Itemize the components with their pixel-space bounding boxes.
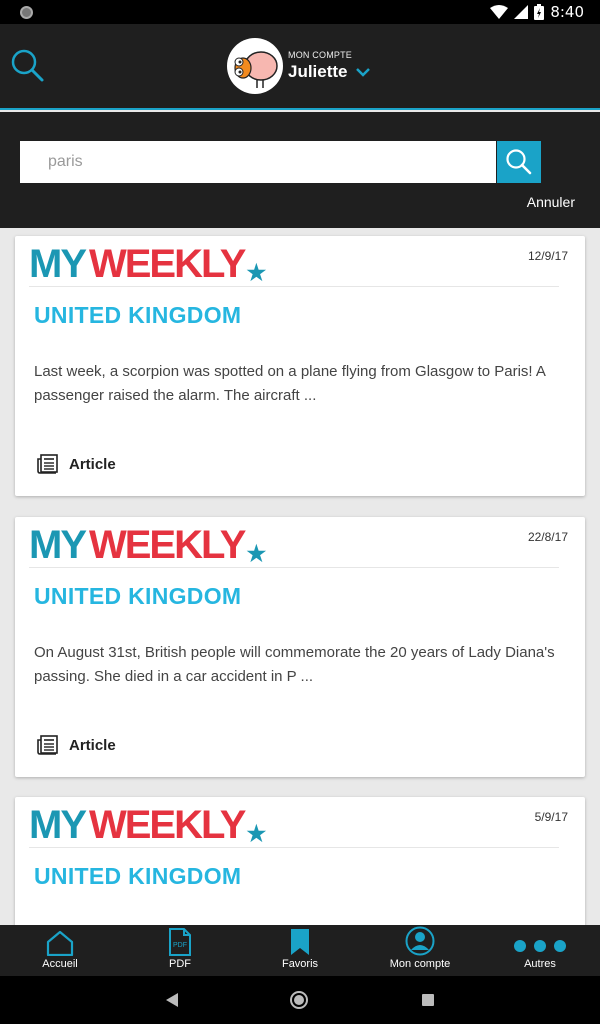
card-category: UNITED KINGDOM [34,302,242,328]
system-nav-bar [0,976,600,1024]
search-icon[interactable] [8,46,48,86]
battery-icon [534,4,545,20]
card-date: 12/9/17 [527,249,568,263]
account-caption: MON COMPTE [288,50,352,60]
result-card[interactable]: MY WEEKLY ★ 5/9/17 UNITED KINGDOM [15,797,585,925]
card-excerpt: Last week, a scorpion was spotted on a p… [34,363,546,404]
divider [29,567,559,568]
back-icon[interactable] [165,993,179,1007]
card-date: 5/9/17 [534,810,568,824]
nav-label: Accueil [42,958,78,970]
newspaper-icon [37,735,58,755]
nav-item-mon-compte[interactable]: Mon compte [360,925,480,976]
bookmark-icon [291,929,309,955]
status-bar: 8:40 [0,0,600,24]
home-icon [46,930,74,956]
star-icon: ★ [246,821,267,846]
divider [29,847,559,848]
nav-item-accueil[interactable]: Accueil [0,925,120,976]
clock: 8:40 [550,3,584,21]
bottom-nav: Accueil PDF PDF Favoris Mon compte Autre… [0,925,600,976]
card-category: UNITED KINGDOM [34,583,242,609]
cancel-button[interactable]: Annuler [527,194,575,210]
wifi-icon [490,5,509,19]
pdf-icon: PDF [169,928,191,956]
star-icon: ★ [246,260,267,285]
search-icon [506,149,532,175]
nav-label: Favoris [281,958,319,970]
newspaper-icon [37,454,58,474]
more-icon [514,940,566,952]
card-date: 22/8/17 [527,530,568,544]
result-card[interactable]: MY WEEKLY ★ 22/8/17 UNITED KINGDOM On Au… [15,517,585,777]
account-icon [405,926,435,956]
recent-apps-icon[interactable] [422,994,434,1006]
brand-logo: MY WEEKLY ★ [29,803,267,847]
result-card[interactable]: MY WEEKLY ★ 12/9/17 UNITED KINGDOM Last … [15,236,585,496]
nav-item-autres[interactable]: Autres [480,925,600,976]
card-category: UNITED KINGDOM [34,863,242,889]
card-type-label: Article [69,455,116,473]
nav-item-favoris[interactable]: Favoris [240,925,360,976]
card-type: Article [37,454,116,474]
pdf-icon-text: PDF [173,942,187,949]
results-list: MY WEEKLY ★ 12/9/17 UNITED KINGDOM Last … [0,228,600,925]
account-name: Juliette [288,62,348,81]
search-panel: Annuler [0,112,600,228]
nav-label: PDF [169,958,191,970]
nav-item-pdf[interactable]: PDF PDF [120,925,240,976]
card-excerpt: On August 31st, British people will comm… [34,644,555,685]
chevron-down-icon [355,67,370,77]
app-header: MON COMPTE Juliette [0,24,600,110]
card-type-label: Article [69,736,116,754]
notification-dot-icon [20,6,33,19]
home-button-icon[interactable] [289,990,309,1010]
search-submit-button[interactable] [497,141,541,183]
brand-logo: MY WEEKLY ★ [29,242,267,286]
divider [29,286,559,287]
nav-label: Autres [524,958,556,970]
card-type: Article [37,735,116,755]
star-icon: ★ [246,541,267,566]
brand-logo: MY WEEKLY ★ [29,523,267,567]
nav-label: Mon compte [389,958,451,970]
avatar [227,38,283,94]
signal-icon [514,5,529,19]
account-switcher[interactable]: MON COMPTE Juliette [227,38,370,94]
search-input[interactable] [20,141,496,183]
